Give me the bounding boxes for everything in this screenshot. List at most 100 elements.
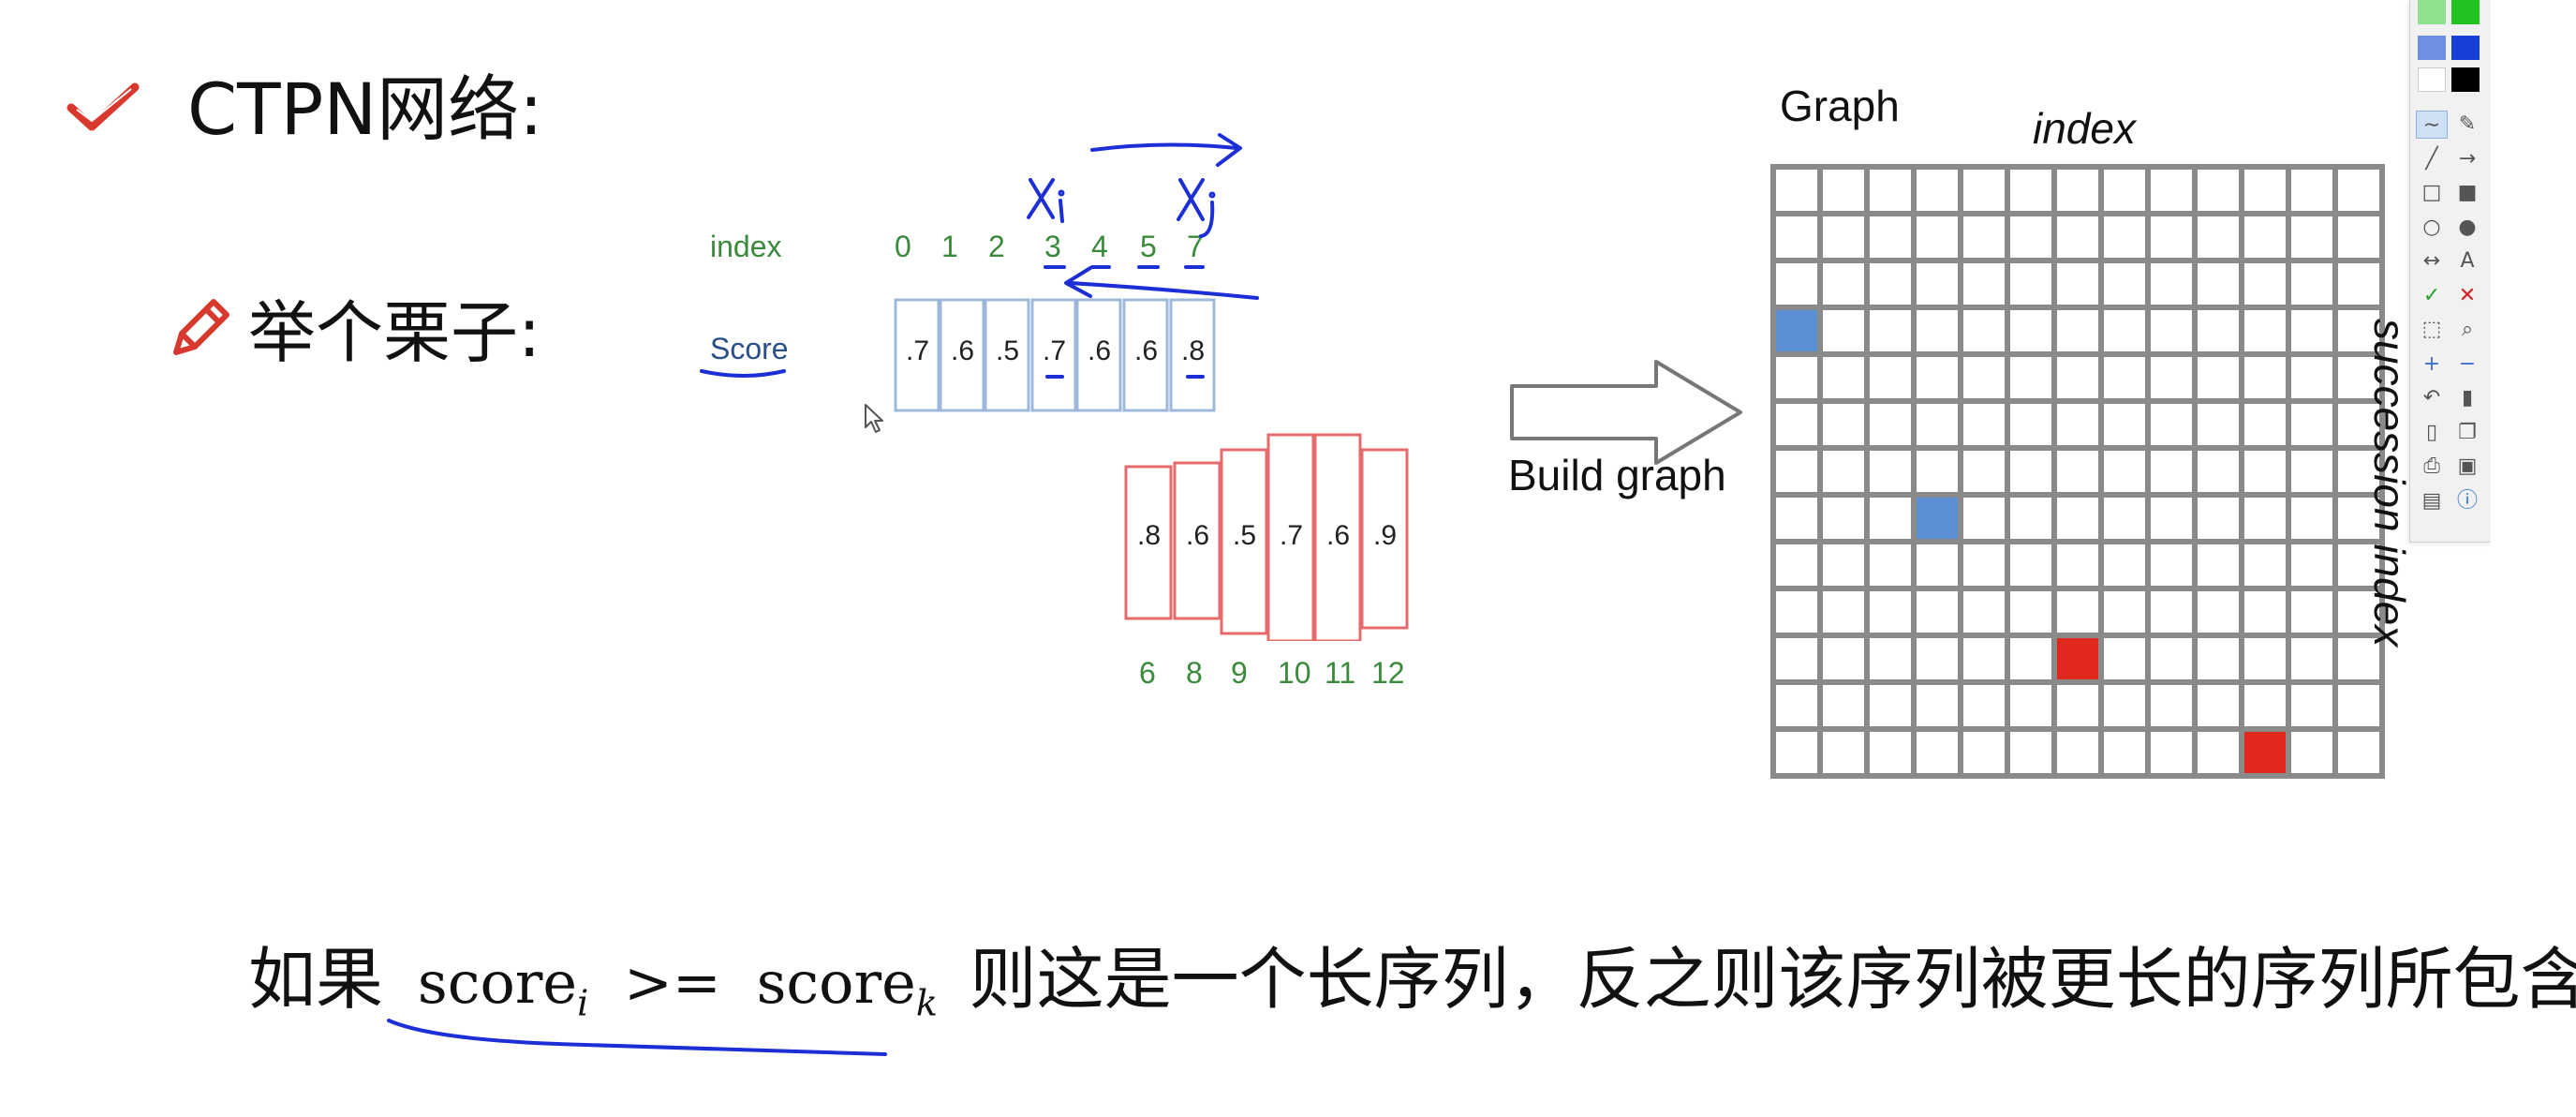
grid-cell [1870,544,1911,586]
score-value: .6 [1186,520,1210,551]
new-page-icon[interactable]: ▯ [2416,419,2448,447]
line-icon[interactable]: ╱ [2416,145,2448,173]
info-icon[interactable]: ⓘ [2451,487,2483,515]
grid-cell [1870,310,1911,351]
filled-rect-icon[interactable]: ■ [2451,179,2483,207]
arrow-icon[interactable]: → [2451,145,2483,173]
score-value: .6 [951,335,975,366]
grid-cell [2057,170,2098,211]
copy-icon[interactable]: ❐ [2451,419,2483,447]
double-arrow-icon[interactable]: ↔ [2416,247,2448,276]
grid-cell [1870,685,1911,726]
score-value: .8 [1137,520,1162,551]
score-label: Score [710,332,789,365]
grid-cell [1963,685,2005,726]
zoom-icon[interactable]: ⌕ [2451,316,2483,344]
build-graph-label: Build graph [1508,451,1726,499]
grid-cell [2057,216,2098,258]
score-value: .9 [1373,520,1398,551]
grid-cell [1963,263,2005,305]
index-number: 10 [1278,656,1311,690]
grid-cell [1823,498,1864,539]
conclusion-prefix: 如果 [248,940,384,1019]
grid-cell [2151,638,2192,679]
delete-mark-icon[interactable]: ✕ [2451,282,2483,310]
grid-cell [2010,310,2051,351]
color-palette [2418,0,2485,99]
graph-top-label: index [2033,104,2136,153]
grid-cell [1870,357,1911,398]
grid-cell [2244,404,2286,445]
grid-cell [1917,685,1958,726]
check-mark-icon[interactable]: ✓ [2416,282,2448,310]
grid-cell [2291,310,2332,351]
grid-cell [1917,451,1958,492]
grid-cell [2198,732,2239,773]
grid-cell [2198,310,2239,351]
select-icon[interactable]: ⬚ [2416,316,2448,344]
graph-grid [1770,164,2385,779]
page-title: CTPN网络: [187,67,543,151]
score-value: .6 [1326,520,1351,551]
pen-icon[interactable]: ∼ [2416,111,2448,139]
grid-cell [1823,310,1864,351]
grid-cell [2057,310,2098,351]
grid-cell [1823,732,1864,773]
grid-cell [2151,404,2192,445]
grid-cell [1823,638,1864,679]
grid-cell [1776,170,1817,211]
formula-underline [387,1019,887,1056]
grid-cell [1870,263,1911,305]
grid-cell [2198,170,2239,211]
color-swatch-white[interactable] [2418,67,2446,92]
grid-cell [2151,310,2192,351]
grid-cell [1776,263,1817,305]
grid-cell [1963,732,2005,773]
trash-icon[interactable]: ▮ [2451,384,2483,412]
color-swatch-light-green[interactable] [2418,0,2446,24]
minus-icon[interactable]: − [2451,350,2483,379]
grid-cell [2010,732,2051,773]
grid-cell [2198,357,2239,398]
grid-cell [1917,638,1958,679]
grid-cell [1963,498,2005,539]
grid-cell [2010,685,2051,726]
eraser-icon[interactable]: ✎ [2451,111,2483,139]
grid-cell [2291,638,2332,679]
screenshot-icon[interactable]: ▤ [2416,487,2448,515]
index-number: 8 [1186,656,1203,690]
color-swatch-light-blue[interactable] [2418,36,2446,60]
color-swatch-blue[interactable] [2451,36,2480,60]
save-icon[interactable]: ▣ [2451,453,2483,481]
filled-ellipse-icon[interactable]: ● [2451,214,2483,242]
grid-cell [2057,498,2098,539]
grid-cell [1917,732,1958,773]
text-icon[interactable]: A [2451,247,2483,276]
undo-icon[interactable]: ↶ [2416,384,2448,412]
grid-cell [2057,685,2098,726]
grid-cell [2198,404,2239,445]
grid-cell [2291,404,2332,445]
grid-cell [1870,732,1911,773]
color-swatch-black[interactable] [2451,67,2480,92]
grid-cell [2291,263,2332,305]
index-number: 12 [1371,656,1405,690]
grid-cell [1870,498,1911,539]
grid-cell [2151,544,2192,586]
rect-icon[interactable]: □ [2416,179,2448,207]
grid-cell [2291,170,2332,211]
print-icon[interactable]: ⎙ [2416,453,2448,481]
grid-cell [2104,638,2145,679]
grid-cell [1917,170,1958,211]
grid-cell [1776,498,1817,539]
grid-cell [2244,451,2286,492]
ellipse-icon[interactable]: ○ [2416,214,2448,242]
grid-cell [2104,216,2145,258]
grid-cell [1823,404,1864,445]
grid-cell [2244,170,2286,211]
grid-cell [2291,357,2332,398]
plus-icon[interactable]: + [2416,350,2448,379]
grid-cell [2198,498,2239,539]
grid-cell [2338,170,2379,211]
color-swatch-green[interactable] [2451,0,2480,24]
